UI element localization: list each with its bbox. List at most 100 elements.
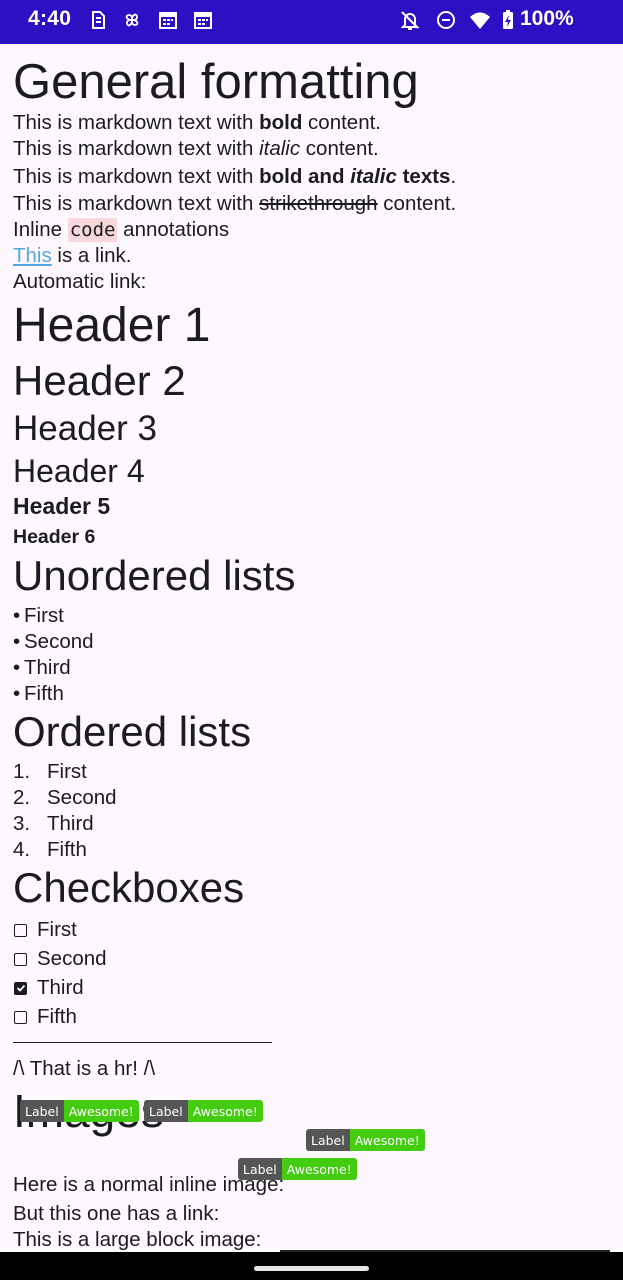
status-bar: 4:40 100%: [0, 0, 623, 44]
bold-line: This is markdown text with bold content.: [13, 110, 381, 136]
list-item-label: Third: [24, 656, 71, 679]
badge-value: Awesome!: [187, 1100, 263, 1122]
badge-label: Label: [238, 1158, 282, 1180]
block-image-text: This is a large block image:: [13, 1228, 262, 1251]
list-item: 1. First: [13, 759, 87, 785]
badge-value: Awesome!: [349, 1129, 425, 1151]
checkbox-label: Second: [37, 947, 107, 970]
text-span: This is markdown text with: [13, 137, 260, 160]
list-number: 2.: [13, 786, 31, 809]
checkbox-checked[interactable]: [14, 981, 27, 995]
badge-label: Label: [306, 1129, 350, 1151]
checkbox-item[interactable]: Fifth: [13, 1004, 77, 1030]
checkbox-item[interactable]: First: [13, 917, 77, 943]
text-span: annotations: [117, 218, 230, 241]
linked-image-text: But this one has a link:: [13, 1202, 220, 1225]
checkboxes-title: Checkboxes: [13, 864, 245, 911]
list-item: • First: [13, 603, 64, 629]
do-not-disturb-icon: [435, 9, 457, 31]
battery-percent: 100%: [520, 7, 574, 30]
link-line: This is a link.: [13, 243, 131, 269]
text-span: .: [450, 165, 457, 188]
text-span: content.: [377, 192, 457, 215]
inline-code-line: Inline code annotations: [13, 217, 229, 243]
header-4: Header 4: [13, 453, 145, 489]
horizontal-rule: [13, 1042, 272, 1043]
bold-italic-text: italic: [350, 165, 397, 188]
bold-italic-line: This is markdown text with bold and ital…: [13, 164, 456, 190]
unordered-lists-title: Unordered lists: [13, 552, 296, 599]
hr-caption: /\ That is a hr! /\: [13, 1057, 156, 1080]
link[interactable]: This: [13, 244, 52, 267]
text-span: This is markdown text with: [13, 192, 260, 215]
notifications-off-icon: [399, 9, 421, 31]
list-number: 4.: [13, 838, 31, 861]
checkbox-label: First: [37, 918, 77, 941]
strikethrough-text: strikethrough: [259, 192, 378, 215]
list-item: 2. Second: [13, 785, 117, 811]
list-item-label: Second: [47, 786, 117, 809]
list-item: 3. Third: [13, 811, 94, 837]
status-time: 4:40: [28, 7, 72, 30]
checkbox-item[interactable]: Second: [13, 946, 107, 972]
header-1: Header 1: [13, 299, 211, 352]
list-item-label: First: [24, 604, 64, 627]
calendar-icon: [157, 9, 179, 31]
strikethrough-line: This is markdown text with strikethrough…: [13, 191, 456, 217]
text-span: content.: [300, 137, 379, 160]
list-item: • Second: [13, 629, 94, 655]
list-item: • Fifth: [13, 681, 64, 707]
inline-code: code: [67, 218, 118, 242]
checkbox-unchecked[interactable]: [14, 1010, 27, 1024]
bullet: •: [13, 682, 21, 705]
badge-image: Label Awesome!: [20, 1100, 139, 1122]
badge-label: Label: [144, 1100, 188, 1122]
pinwheel-icon: [121, 9, 143, 31]
checkbox-label: Third: [37, 976, 84, 999]
bold-text: texts: [396, 165, 451, 188]
italic-line: This is markdown text with italic conten…: [13, 136, 379, 162]
wifi-icon: [469, 9, 491, 31]
badge-image: Label Awesome!: [306, 1129, 425, 1151]
text-span: content.: [302, 111, 381, 134]
header-2: Header 2: [13, 357, 186, 404]
bullet: •: [13, 630, 21, 653]
badge-label: Label: [20, 1100, 64, 1122]
header-3: Header 3: [13, 409, 157, 448]
bold-text: bold and: [259, 165, 351, 188]
list-item-label: Second: [24, 630, 94, 653]
list-item-label: Third: [47, 812, 94, 835]
list-item: • Third: [13, 655, 71, 681]
text-span: is a link.: [51, 244, 132, 267]
text-span: This is markdown text with: [13, 111, 260, 134]
bullet: •: [13, 656, 21, 679]
bullet: •: [13, 604, 21, 627]
header-6: Header 6: [13, 526, 96, 548]
gesture-handle[interactable]: [254, 1266, 369, 1271]
italic-text: italic: [259, 137, 301, 160]
bold-text: bold: [259, 111, 303, 134]
page-title: General formatting: [13, 55, 419, 109]
header-5: Header 5: [13, 493, 111, 519]
sim-icon: [87, 9, 109, 31]
list-item-label: First: [47, 760, 87, 783]
calendar-icon: [192, 9, 214, 31]
list-number: 3.: [13, 812, 31, 835]
list-item-label: Fifth: [47, 838, 87, 861]
checkbox-unchecked[interactable]: [14, 952, 27, 966]
battery-charging-icon: [497, 9, 519, 31]
list-item: 4. Fifth: [13, 837, 87, 863]
list-item-label: Fifth: [24, 682, 64, 705]
list-number: 1.: [13, 760, 31, 783]
ordered-lists-title: Ordered lists: [13, 708, 252, 755]
linked-badge-image[interactable]: Label Awesome!: [238, 1158, 357, 1180]
text-span: This is markdown text with: [13, 165, 260, 188]
badge-value: Awesome!: [63, 1100, 139, 1122]
checkbox-unchecked[interactable]: [14, 923, 27, 937]
badge-value: Awesome!: [281, 1158, 357, 1180]
text-span: Inline: [13, 218, 68, 241]
checkbox-item[interactable]: Third: [13, 975, 84, 1001]
badge-image: Label Awesome!: [144, 1100, 263, 1122]
automatic-link-line: Automatic link:: [13, 270, 147, 293]
checkbox-label: Fifth: [37, 1005, 77, 1028]
